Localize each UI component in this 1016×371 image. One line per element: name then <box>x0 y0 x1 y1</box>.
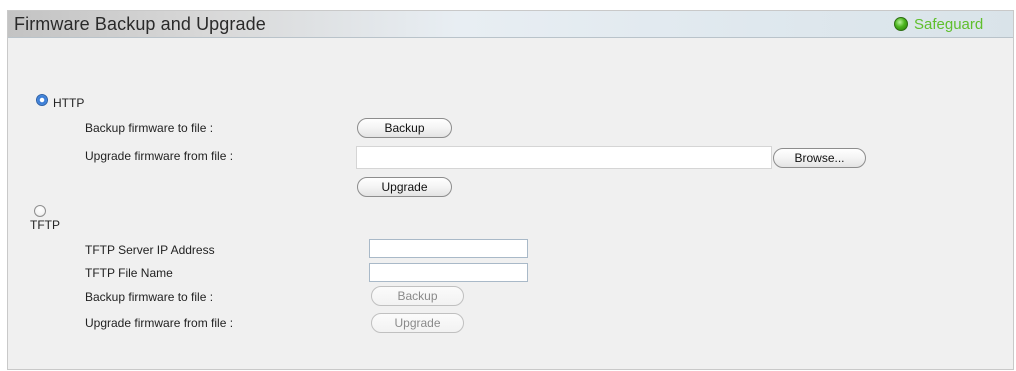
http-upgrade-button[interactable]: Upgrade <box>357 177 452 197</box>
http-backup-button[interactable]: Backup <box>357 118 452 138</box>
tftp-upgrade-button[interactable]: Upgrade <box>371 313 464 333</box>
safeguard-indicator[interactable]: Safeguard <box>894 15 983 33</box>
http-upgrade-label: Upgrade firmware from file : <box>85 149 234 163</box>
tftp-server-ip-label: TFTP Server IP Address <box>85 243 215 257</box>
page-title: Firmware Backup and Upgrade <box>14 14 266 34</box>
http-radio[interactable] <box>36 94 48 106</box>
browse-button[interactable]: Browse... <box>773 148 866 168</box>
title-bar: Firmware Backup and Upgrade Safeguard <box>8 11 1013 38</box>
tftp-upgrade-label: Upgrade firmware from file : <box>85 316 234 330</box>
tftp-file-name-input[interactable] <box>369 263 528 282</box>
tftp-backup-label: Backup firmware to file : <box>85 290 214 304</box>
tftp-label: TFTP <box>30 218 60 232</box>
tftp-server-ip-input[interactable] <box>369 239 528 258</box>
tftp-file-name-label: TFTP File Name <box>85 266 173 280</box>
tftp-backup-button[interactable]: Backup <box>371 286 464 306</box>
tftp-radio[interactable] <box>34 205 46 217</box>
safeguard-label: Safeguard <box>914 15 984 33</box>
http-backup-label: Backup firmware to file : <box>85 121 214 135</box>
http-label: HTTP <box>53 96 85 110</box>
firmware-file-input[interactable] <box>356 146 772 169</box>
safeguard-status-icon <box>894 17 908 31</box>
